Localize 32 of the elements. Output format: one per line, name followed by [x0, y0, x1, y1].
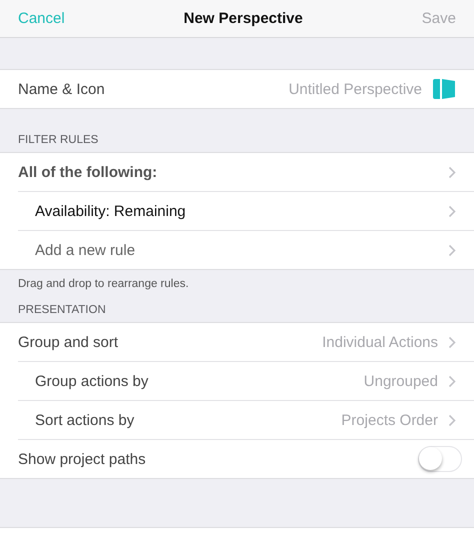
chevron-icon	[448, 374, 456, 388]
row-value: Untitled Perspective	[288, 80, 422, 98]
panel-icon	[432, 78, 456, 100]
chevron-icon	[448, 204, 456, 218]
table-row[interactable]: Group actions by Ungrouped	[18, 361, 474, 400]
chevron-icon	[448, 166, 456, 178]
chevron-icon	[448, 414, 456, 426]
table-row[interactable]: Add a new rule	[18, 230, 474, 269]
table-row[interactable]: All of the following:	[0, 153, 474, 191]
section-footer: Drag and drop to rearrange rules.	[0, 270, 474, 298]
chevron-icon	[448, 336, 456, 348]
table-row[interactable]: Name & Icon Untitled Perspective	[0, 70, 474, 108]
table-row[interactable]: Sort actions by Projects Order	[18, 400, 474, 439]
table-row[interactable]: Availability: Remaining	[18, 191, 474, 230]
row-label: Availability: Remaining	[34, 202, 186, 220]
row-value: Ungrouped	[364, 372, 438, 390]
row-label: Name & Icon	[18, 80, 105, 98]
row-label: Sort actions by	[34, 412, 134, 428]
screen-title: New Perspective	[184, 10, 303, 27]
row-label: Group and sort	[18, 334, 118, 350]
row-value: Individual Actions	[322, 334, 438, 350]
toggle-switch[interactable]	[418, 446, 462, 472]
table-row[interactable]: Group and sort Individual Actions	[0, 323, 474, 361]
row-label: Show project paths	[18, 450, 146, 468]
chevron-icon	[448, 244, 456, 256]
row-value: Projects Order	[341, 412, 438, 428]
row-label: All of the following:	[18, 164, 158, 180]
section-header: PRESENTATION	[17, 303, 107, 318]
table-row[interactable]: Show project paths	[18, 439, 474, 478]
row-label: Group actions by	[34, 372, 148, 390]
section-header: FILTER RULES	[17, 133, 100, 148]
row-label: Add a new rule	[34, 242, 136, 258]
